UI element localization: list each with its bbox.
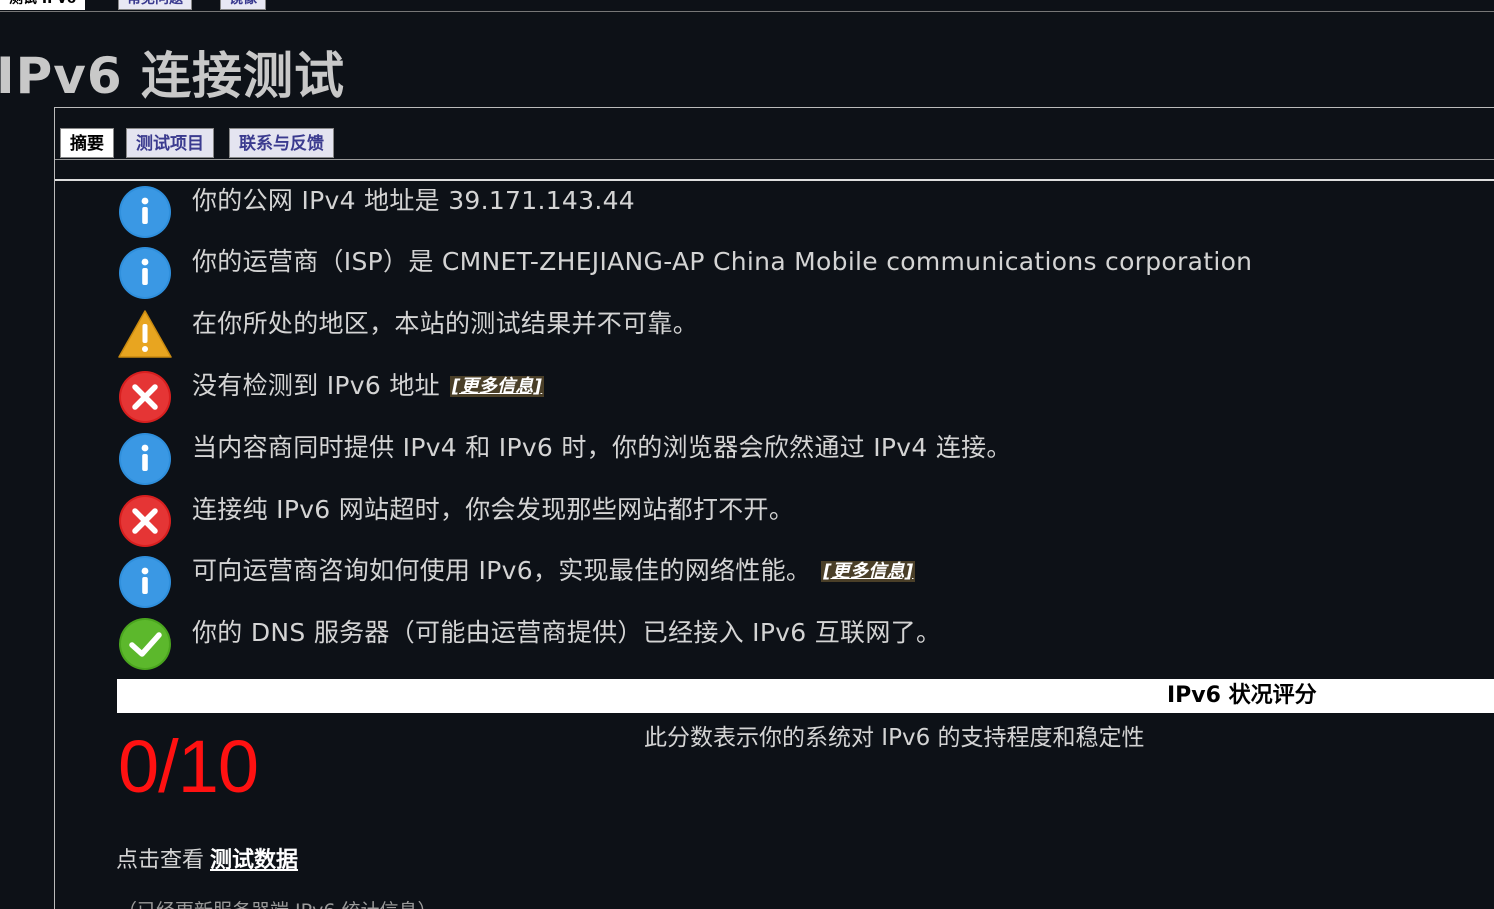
score-title: IPv6 状况评分: [1167, 683, 1317, 708]
top-tab-test[interactable]: 测试 IPv6: [0, 0, 86, 10]
error-icon: [119, 371, 171, 423]
result-row: 你的 DNS 服务器（可能由运营商提供）已经接入 IPv6 互联网了。: [118, 616, 1488, 672]
result-row: 在你所处的地区，本站的测试结果并不可靠。: [118, 307, 1488, 363]
result-text: 没有检测到 IPv6 地址 [更多信息]: [192, 369, 545, 406]
more-info-link[interactable]: [更多信息]: [821, 561, 916, 582]
view-data: 点击查看 测试数据: [116, 842, 298, 874]
page: 测试 IPv6 常见问题 镜像 IPv6 连接测试 摘要 测试项目 联系与反馈 …: [0, 0, 1494, 909]
result-text: 连接纯 IPv6 网站超时，你会发现那些网站都打不开。: [192, 495, 795, 524]
score-header: IPv6 状况评分: [117, 679, 1494, 713]
top-tab-faq[interactable]: 常见问题: [118, 0, 192, 10]
panel-border-left: [54, 107, 55, 909]
result-row: 当内容商同时提供 IPv4 和 IPv6 时，你的浏览器会欣然通过 IPv4 连…: [118, 431, 1488, 487]
test-data-link[interactable]: 测试数据: [210, 848, 298, 873]
warning-icon: [118, 310, 172, 358]
result-row: 你的公网 IPv4 地址是 39.171.143.44: [118, 184, 1488, 240]
result-text: 你的公网 IPv4 地址是 39.171.143.44: [192, 186, 635, 215]
tab-divider: [55, 159, 1494, 160]
result-text: 你的运营商（ISP）是 CMNET-ZHEJIANG-AP China Mobi…: [192, 247, 1253, 276]
info-icon: [119, 186, 171, 238]
result-text-main: 没有检测到 IPv6 地址: [192, 371, 440, 400]
tab-summary[interactable]: 摘要: [60, 128, 114, 158]
result-text: 当内容商同时提供 IPv4 和 IPv6 时，你的浏览器会欣然通过 IPv4 连…: [192, 433, 1012, 462]
tab-tests[interactable]: 测试项目: [126, 128, 214, 158]
tab-contact[interactable]: 联系与反馈: [229, 128, 334, 158]
top-tab-mirror[interactable]: 镜像: [220, 0, 266, 10]
page-title: IPv6 连接测试: [0, 47, 346, 105]
panel-border-top: [54, 107, 1494, 108]
info-icon: [119, 556, 171, 608]
score-description: 此分数表示你的系统对 IPv6 的支持程度和稳定性: [644, 725, 1145, 751]
check-icon: [119, 618, 171, 670]
result-text: 在你所处的地区，本站的测试结果并不可靠。: [192, 309, 699, 338]
result-text: 可向运营商咨询如何使用 IPv6，实现最佳的网络性能。 [更多信息]: [192, 554, 916, 591]
bottom-note: （已经更新服务器端 IPv6 统计信息）: [118, 896, 436, 909]
result-text: 你的 DNS 服务器（可能由运营商提供）已经接入 IPv6 互联网了。: [192, 618, 942, 647]
result-row: 连接纯 IPv6 网站超时，你会发现那些网站都打不开。: [118, 493, 1488, 549]
info-icon: [119, 433, 171, 485]
content-divider: [55, 179, 1494, 181]
result-row: 可向运营商咨询如何使用 IPv6，实现最佳的网络性能。 [更多信息]: [118, 554, 1488, 610]
result-text-main: 可向运营商咨询如何使用 IPv6，实现最佳的网络性能。: [192, 556, 812, 585]
more-info-link[interactable]: [更多信息]: [449, 376, 545, 397]
view-data-label: 点击查看: [116, 848, 205, 873]
result-row: 没有检测到 IPv6 地址 [更多信息]: [118, 369, 1488, 425]
score-value: 0/10: [118, 725, 259, 808]
result-row: 你的运营商（ISP）是 CMNET-ZHEJIANG-AP China Mobi…: [118, 245, 1488, 301]
top-divider: [0, 11, 1494, 12]
error-icon: [119, 495, 171, 547]
info-icon: [119, 247, 171, 299]
